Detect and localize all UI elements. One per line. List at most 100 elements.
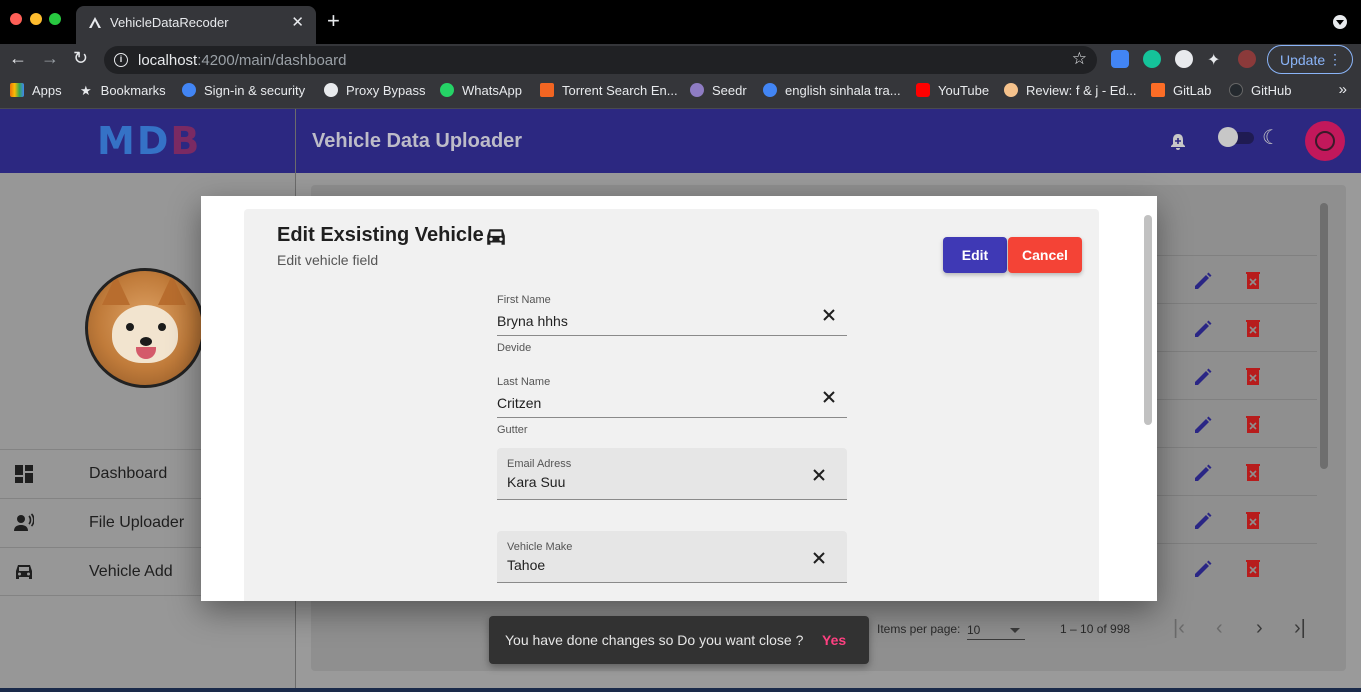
profile-avatar-icon[interactable] <box>1238 50 1256 68</box>
bookmark-apps[interactable]: Apps <box>10 83 62 98</box>
cancel-button[interactable]: Cancel <box>1008 237 1082 273</box>
delete-trash-icon[interactable] <box>1245 367 1261 385</box>
edit-pencil-icon[interactable] <box>1193 511 1213 531</box>
edit-pencil-icon[interactable] <box>1193 463 1213 483</box>
edit-pencil-icon[interactable] <box>1193 271 1213 291</box>
first-name-input[interactable]: Bryna hhhs <box>497 313 568 329</box>
tab-search-icon[interactable] <box>1333 15 1347 29</box>
theme-toggle-knob[interactable] <box>1218 127 1238 147</box>
clear-icon[interactable] <box>821 389 837 405</box>
bookmark-whatsapp[interactable]: WhatsApp <box>440 83 522 98</box>
google-icon <box>763 83 777 97</box>
email-input[interactable]: Kara Suu <box>507 474 565 490</box>
update-button[interactable]: Update ⋮ <box>1267 45 1353 74</box>
next-page-icon[interactable]: › <box>1256 617 1263 640</box>
delete-trash-icon[interactable] <box>1245 511 1261 529</box>
site-info-icon[interactable]: i <box>114 53 128 67</box>
github-icon <box>1229 83 1243 97</box>
extension-icon[interactable] <box>1175 50 1193 68</box>
dog-ear-right <box>158 275 186 305</box>
edit-vehicle-dialog: Edit Exsisting Vehicle Edit vehicle fiel… <box>201 196 1157 601</box>
delete-trash-icon[interactable] <box>1245 463 1261 481</box>
bookmark-bookmarks[interactable]: ★ Bookmarks <box>80 83 166 99</box>
first-name-hint: Devide <box>497 342 532 354</box>
delete-trash-icon[interactable] <box>1245 415 1261 433</box>
translate-extension-icon[interactable] <box>1111 50 1129 68</box>
window-maximize-button[interactable] <box>49 13 61 25</box>
bookmark-seedr[interactable]: Seedr <box>690 83 747 98</box>
dog-ear-left <box>102 275 130 305</box>
edit-pencil-icon[interactable] <box>1193 415 1213 435</box>
table-scrollbar[interactable] <box>1320 203 1328 469</box>
grammarly-extension-icon[interactable] <box>1143 50 1161 68</box>
bookmarks-overflow-icon[interactable]: » <box>1339 81 1347 98</box>
dog-nose <box>140 337 152 346</box>
snackbar-yes-button[interactable]: Yes <box>822 632 846 648</box>
new-tab-icon[interactable]: + <box>327 10 340 32</box>
dialog-scrollbar[interactable] <box>1144 215 1152 425</box>
edit-pencil-icon[interactable] <box>1193 559 1213 579</box>
clear-icon[interactable] <box>811 550 827 566</box>
bookmark-youtube[interactable]: YouTube <box>916 83 989 98</box>
reload-icon[interactable]: ↻ <box>73 48 88 69</box>
bookmark-star-icon[interactable]: ☆ <box>1072 49 1087 69</box>
angular-icon <box>89 17 101 28</box>
window-minimize-button[interactable] <box>30 13 42 25</box>
confirm-close-snackbar: You have done changes so Do you want clo… <box>489 616 869 664</box>
clear-icon[interactable] <box>811 467 827 483</box>
clear-icon[interactable] <box>821 307 837 323</box>
browser-tab[interactable]: VehicleDataRecoder ✕ <box>76 6 316 44</box>
notification-bell-icon[interactable] <box>1169 133 1187 151</box>
last-name-input[interactable]: Critzen <box>497 395 541 411</box>
sidebar-item-label: File Uploader <box>89 514 185 531</box>
vehicle-make-field[interactable]: Vehicle Make Tahoe <box>497 531 847 583</box>
window-close-button[interactable] <box>10 13 22 25</box>
edit-button[interactable]: Edit <box>943 237 1007 273</box>
bookmark-torrent-search[interactable]: Torrent Search En... <box>540 83 678 98</box>
last-name-field[interactable]: Last Name Critzen Gutter <box>497 374 847 436</box>
previous-page-icon[interactable]: ‹ <box>1216 617 1223 640</box>
tab-close-icon[interactable]: ✕ <box>291 13 304 31</box>
vehicle-make-input[interactable]: Tahoe <box>507 557 545 573</box>
dialog-content: Edit Exsisting Vehicle Edit vehicle fiel… <box>244 209 1099 601</box>
address-bar[interactable]: i localhost:4200/main/dashboard ☆ <box>104 46 1097 74</box>
bookmark-review[interactable]: Review: f & j - Ed... <box>1004 83 1137 98</box>
edit-pencil-icon[interactable] <box>1193 367 1213 387</box>
items-per-page-select[interactable]: 10 <box>967 620 1025 640</box>
bottom-edge <box>0 688 1361 692</box>
first-page-icon[interactable]: |‹ <box>1173 617 1185 640</box>
bookmark-english-sinhala[interactable]: english sinhala tra... <box>763 83 901 98</box>
gitlab-icon <box>1151 83 1165 97</box>
address-url: localhost:4200/main/dashboard <box>138 52 347 69</box>
field-underline <box>497 335 847 336</box>
seedr-icon <box>690 83 704 97</box>
back-icon[interactable]: ← <box>9 48 27 69</box>
paginator-range: 1 – 10 of 998 <box>1060 622 1131 636</box>
bookmark-sign-in-security[interactable]: Sign-in & security <box>182 83 305 98</box>
dark-mode-moon-icon: ☾ <box>1262 127 1280 149</box>
bookmark-proxy-bypass[interactable]: Proxy Bypass <box>324 83 425 98</box>
last-page-icon[interactable]: ›| <box>1294 617 1306 640</box>
email-field[interactable]: Email Adress Kara Suu <box>497 448 847 500</box>
table-row-divider <box>1157 351 1317 352</box>
dialog-title: Edit Exsisting Vehicle <box>277 224 484 246</box>
puzzle-extensions-icon[interactable]: ✦ <box>1207 50 1225 69</box>
delete-trash-icon[interactable] <box>1245 271 1261 289</box>
forward-icon[interactable]: → <box>41 48 59 69</box>
edit-pencil-icon[interactable] <box>1193 319 1213 339</box>
more-menu-icon[interactable]: ⋮ <box>1328 51 1342 68</box>
dog-eye-right <box>158 323 166 331</box>
apps-grid-icon <box>10 83 24 97</box>
user-avatar-button[interactable] <box>1305 121 1345 161</box>
items-per-page-label: Items per page: <box>877 622 961 636</box>
app-logo: MDB <box>97 119 202 163</box>
first-name-field[interactable]: First Name Bryna hhhs Devide <box>497 292 847 354</box>
bookmark-github[interactable]: GitHub <box>1229 83 1291 98</box>
review-icon <box>1004 83 1018 97</box>
table-row-divider <box>1157 543 1317 544</box>
bookmark-gitlab[interactable]: GitLab <box>1151 83 1211 98</box>
delete-trash-icon[interactable] <box>1245 559 1261 577</box>
face-icon <box>1315 131 1335 151</box>
snackbar-message: You have done changes so Do you want clo… <box>505 632 804 648</box>
delete-trash-icon[interactable] <box>1245 319 1261 337</box>
